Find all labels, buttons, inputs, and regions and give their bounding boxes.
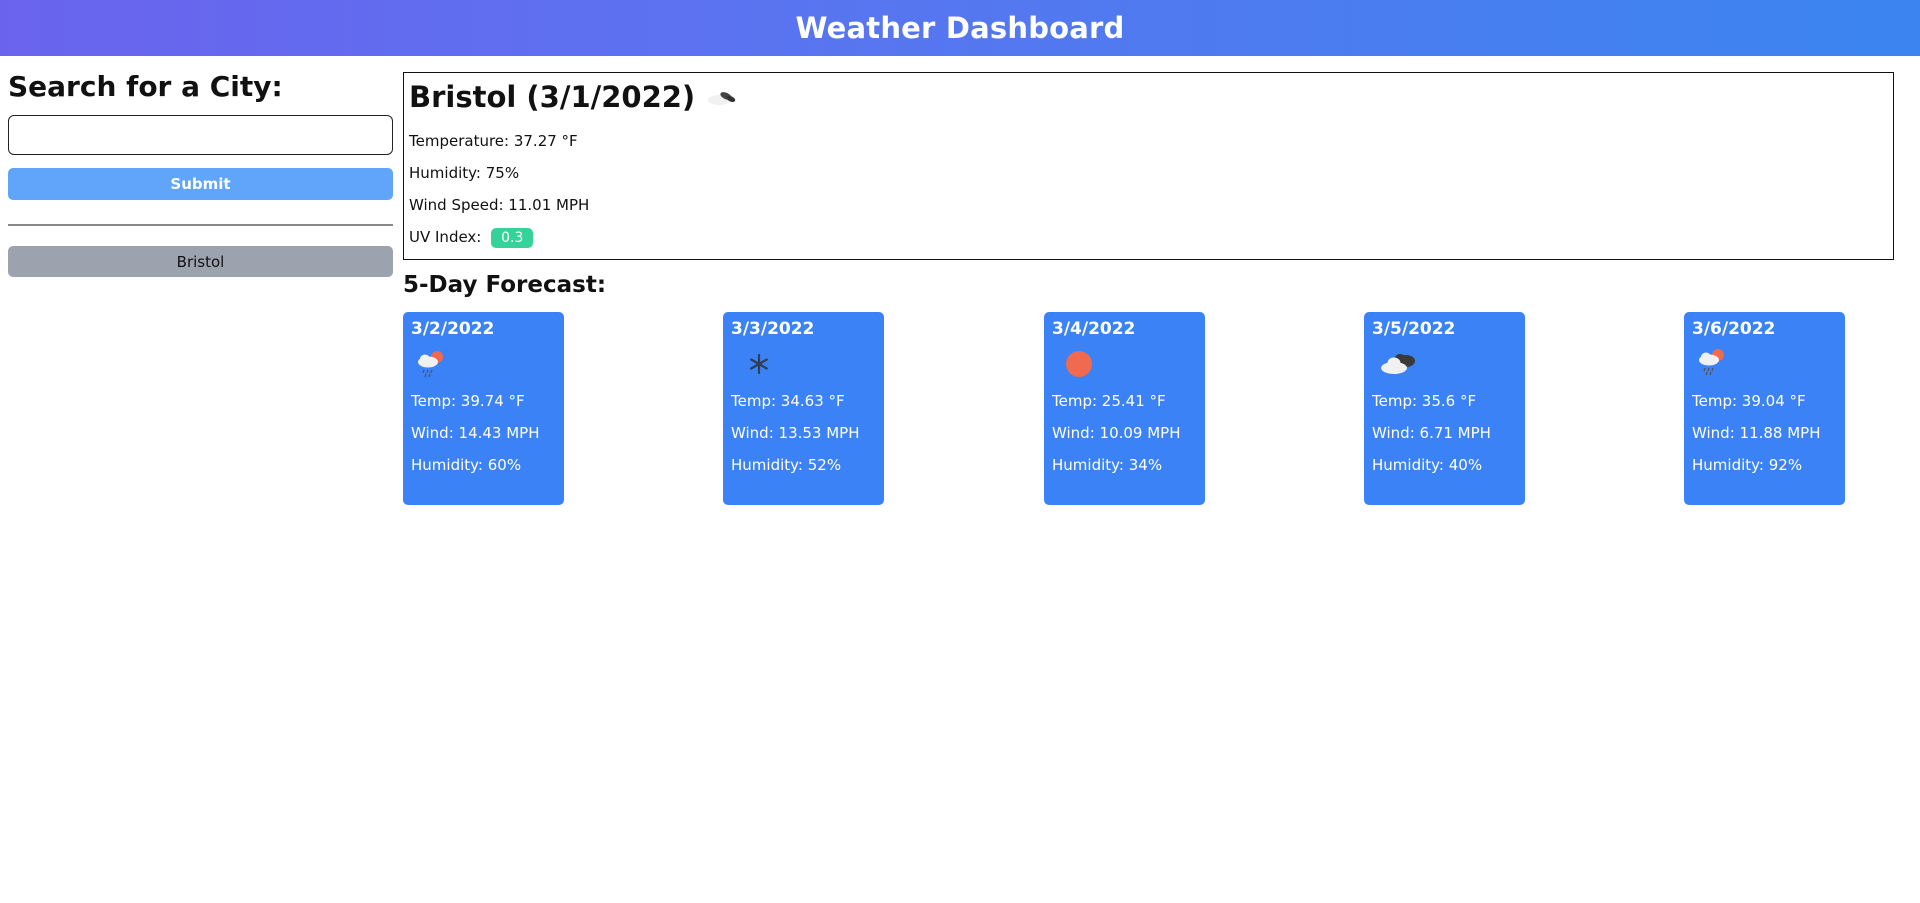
rain-sun-icon	[411, 343, 556, 385]
app-header: Weather Dashboard	[0, 0, 1920, 56]
uv-index-label: UV Index:	[409, 228, 482, 246]
forecast-wind: Wind: 10.09 MPH	[1052, 424, 1181, 442]
broken-clouds-icon	[1372, 343, 1517, 385]
sun-icon	[1052, 343, 1197, 385]
app-title: Weather Dashboard	[795, 11, 1125, 45]
uv-index-badge: 0.3	[491, 228, 534, 248]
snowflake-icon	[731, 343, 876, 385]
forecast-humidity: Humidity: 52%	[731, 456, 842, 474]
city-search-input[interactable]	[8, 115, 393, 155]
submit-button[interactable]: Submit	[8, 168, 393, 200]
current-uv-index: UV Index: 0.3	[409, 221, 1888, 253]
forecast-date: 3/6/2022	[1692, 319, 1776, 339]
main-content: Bristol (3/1/2022) Temperature: 37.27 °F…	[403, 72, 1894, 512]
forecast-humidity: Humidity: 34%	[1052, 456, 1163, 474]
forecast-card: 3/6/2022 Temp: 39.04 °F Wind: 11.88 MPH	[1684, 312, 1845, 505]
current-weather-header: Bristol (3/1/2022)	[409, 79, 1888, 115]
forecast-card: 3/4/2022 Temp: 25.41 °F Wind: 10.09 MPH …	[1044, 312, 1205, 505]
forecast-humidity: Humidity: 92%	[1692, 456, 1803, 474]
current-humidity: Humidity: 75%	[409, 164, 520, 182]
forecast-date: 3/5/2022	[1372, 319, 1456, 339]
history-button-bristol[interactable]: Bristol	[8, 246, 393, 277]
sidebar: Search for a City: Submit Bristol	[8, 70, 393, 277]
forecast-date: 3/4/2022	[1052, 319, 1136, 339]
forecast-card: 3/2/2022 Temp: 39.74 °F Wind: 14.43 MPH	[403, 312, 564, 505]
forecast-wind: Wind: 14.43 MPH	[411, 424, 540, 442]
forecast-card: 3/3/2022 Temp: 34.63 °F Wind: 13.53 MPH …	[723, 312, 884, 505]
search-heading: Search for a City:	[8, 70, 283, 103]
forecast-wind: Wind: 6.71 MPH	[1372, 424, 1491, 442]
forecast-temp: Temp: 39.04 °F	[1692, 392, 1806, 410]
sidebar-divider	[8, 224, 393, 226]
forecast-humidity: Humidity: 60%	[411, 456, 522, 474]
forecast-heading: 5-Day Forecast:	[403, 272, 607, 298]
forecast-cards: 3/2/2022 Temp: 39.74 °F Wind: 14.43 MPH	[403, 312, 1894, 512]
current-weather-panel: Bristol (3/1/2022) Temperature: 37.27 °F…	[403, 72, 1894, 260]
forecast-temp: Temp: 25.41 °F	[1052, 392, 1166, 410]
forecast-humidity: Humidity: 40%	[1372, 456, 1483, 474]
forecast-temp: Temp: 35.6 °F	[1372, 392, 1477, 410]
current-city-title: Bristol (3/1/2022)	[409, 80, 696, 114]
current-temperature: Temperature: 37.27 °F	[409, 132, 578, 150]
forecast-wind: Wind: 13.53 MPH	[731, 424, 860, 442]
forecast-date: 3/2/2022	[411, 319, 495, 339]
current-wind-speed: Wind Speed: 11.01 MPH	[409, 196, 590, 214]
forecast-temp: Temp: 34.63 °F	[731, 392, 845, 410]
broken-clouds-icon	[705, 85, 739, 109]
forecast-wind: Wind: 11.88 MPH	[1692, 424, 1821, 442]
forecast-temp: Temp: 39.74 °F	[411, 392, 525, 410]
forecast-card: 3/5/2022 Temp: 35.6 °F Wind: 6.71 MPH Hu…	[1364, 312, 1525, 505]
forecast-date: 3/3/2022	[731, 319, 815, 339]
rain-sun-icon	[1692, 343, 1837, 385]
